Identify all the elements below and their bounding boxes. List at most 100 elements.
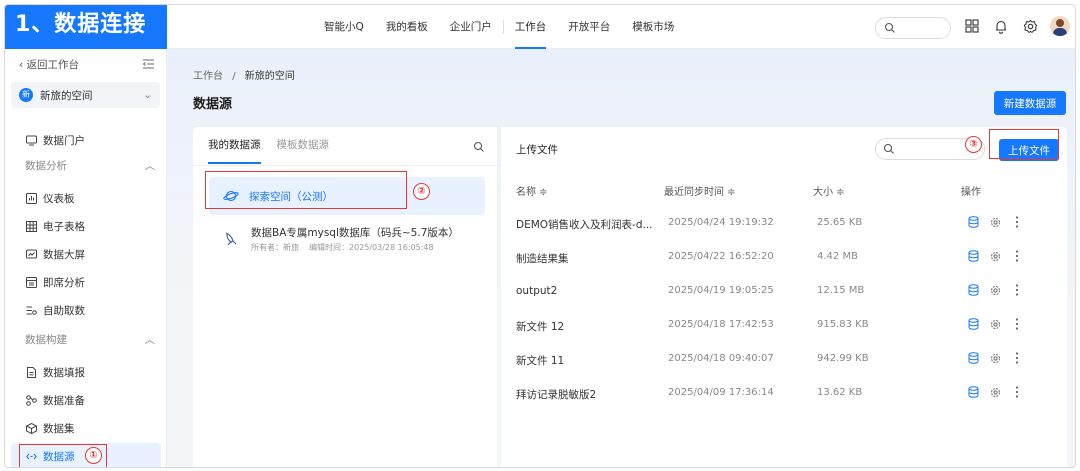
sidebar-item-spreadsheet[interactable]: 电子表格 — [11, 213, 161, 239]
nav-item-open-platform[interactable]: 开放平台 — [557, 5, 621, 49]
panel-title: 上传文件 — [516, 144, 558, 156]
big-screen-icon — [25, 248, 37, 260]
settings-gear-icon[interactable] — [989, 216, 1001, 228]
sidebar-group-build[interactable]: 数据构建 ︿ — [25, 329, 155, 349]
settings-gear-icon[interactable] — [989, 352, 1001, 364]
back-to-workbench[interactable]: ‹ 返回工作台 — [5, 49, 166, 79]
file-name[interactable]: 新文件 11 — [516, 353, 564, 368]
nav-item-ai-q[interactable]: 智能小Q — [313, 5, 375, 49]
sidebar-item-label: 即席分析 — [43, 276, 85, 289]
row-actions — [967, 318, 1023, 330]
table-row[interactable]: output2 2025/04/19 19:05:25 12.15 MB — [501, 275, 1067, 309]
file-sync-time: 2025/04/18 09:40:07 — [668, 353, 774, 364]
settings-gear-icon[interactable] — [989, 284, 1001, 296]
file-name[interactable]: 制造结果集 — [516, 251, 569, 266]
settings-gear-icon[interactable] — [989, 318, 1001, 330]
nav-item-template-market[interactable]: 模板市场 — [621, 5, 685, 49]
table-row[interactable]: 拜访记录脱敏版2 2025/04/09 17:36:14 13.62 KB — [501, 377, 1067, 411]
main-content: 工作台 / 新旅的空间 数据源 新建数据源 我的数据源 模板数据源 探索空间（公… — [168, 49, 1075, 467]
nav-item-enterprise-portal[interactable]: 企业门户 — [439, 5, 503, 49]
nav-item-workbench[interactable]: 工作台 — [504, 5, 558, 49]
file-name[interactable]: output2 — [516, 285, 557, 297]
database-icon[interactable] — [967, 386, 979, 398]
sidebar-group-analysis[interactable]: 数据分析 ︿ — [25, 155, 155, 175]
sidebar-item-data-fill[interactable]: 数据填报 — [11, 359, 161, 385]
file-size: 915.83 KB — [817, 319, 869, 330]
database-icon[interactable] — [967, 284, 979, 296]
new-datasource-button[interactable]: 新建数据源 — [994, 91, 1066, 115]
file-sync-time: 2025/04/19 19:05:25 — [668, 285, 774, 296]
tab-divider — [193, 165, 497, 166]
more-vertical-icon[interactable] — [1011, 250, 1023, 262]
sidebar-item-data-portal[interactable]: 数据门户 — [11, 127, 161, 153]
settings-gear-icon[interactable] — [1021, 15, 1039, 37]
file-name[interactable]: 新文件 12 — [516, 319, 564, 334]
sidebar-item-data-prep[interactable]: 数据准备 — [11, 387, 161, 413]
database-icon[interactable] — [967, 352, 979, 364]
chevron-up-icon: ︿ — [144, 333, 156, 346]
settings-gear-icon[interactable] — [989, 250, 1001, 262]
apps-grid-icon[interactable] — [963, 15, 981, 37]
more-vertical-icon[interactable] — [1011, 216, 1023, 228]
datasource-text: 数据BA专属mysql数据库（码兵~5.7版本） 所有者：新旅 编辑时间：2025… — [251, 225, 459, 253]
tab-my-datasources[interactable]: 我的数据源 — [208, 137, 261, 164]
table-row[interactable]: 制造结果集 2025/04/22 16:52:20 4.42 MB — [501, 241, 1067, 275]
more-vertical-icon[interactable] — [1011, 284, 1023, 296]
sidebar-item-self-service[interactable]: 自助取数 — [11, 297, 161, 323]
database-icon[interactable] — [967, 318, 979, 330]
datasource-meta: 所有者：新旅 编辑时间：2025/03/28 16:05:48 — [251, 242, 459, 253]
sidebar-item-label: 数据门户 — [43, 134, 85, 147]
datasource-owner: 所有者：新旅 — [251, 243, 299, 252]
datasource-item-mysql[interactable]: 数据BA专属mysql数据库（码兵~5.7版本） 所有者：新旅 编辑时间：2025… — [209, 219, 485, 259]
sidebar-item-dataset[interactable]: 数据集 — [11, 415, 161, 441]
table-row[interactable]: 新文件 11 2025/04/18 09:40:07 942.99 KB — [501, 343, 1067, 377]
search-icon — [884, 22, 895, 33]
portal-icon — [25, 134, 37, 146]
back-link[interactable]: ‹ 返回工作台 — [19, 57, 79, 72]
chevron-up-icon: ︿ — [144, 159, 156, 172]
nav-item-my-dashboards[interactable]: 我的看板 — [375, 5, 439, 49]
sidebar-group-label: 数据构建 — [25, 333, 67, 346]
database-icon[interactable] — [967, 250, 979, 262]
sidebar-item-label: 数据填报 — [43, 366, 85, 379]
spreadsheet-icon — [25, 220, 37, 232]
column-header-size[interactable]: 大小 ≑ — [813, 183, 845, 198]
space-name: 新旅的空间 — [40, 89, 93, 102]
collapse-sidebar-icon[interactable] — [143, 59, 154, 69]
column-header-time[interactable]: 最近同步时间 ≑ — [664, 183, 736, 198]
breadcrumb-root[interactable]: 工作台 — [193, 71, 223, 82]
file-name[interactable]: 拜访记录脱敏版2 — [516, 387, 596, 402]
more-vertical-icon[interactable] — [1011, 318, 1023, 330]
user-avatar[interactable] — [1050, 16, 1070, 36]
sidebar-item-big-screen[interactable]: 数据大屏 — [11, 241, 161, 267]
file-size: 12.15 MB — [817, 285, 865, 296]
dashboard-icon — [25, 192, 37, 204]
sidebar-group-label: 数据分析 — [25, 159, 67, 172]
column-header-name[interactable]: 名称 ≑ — [516, 183, 548, 198]
search-icon — [883, 143, 894, 154]
self-service-icon — [25, 304, 37, 316]
bell-icon[interactable] — [992, 15, 1010, 37]
database-icon[interactable] — [967, 216, 979, 228]
space-selector[interactable]: 新 新旅的空间 ⌄ — [11, 82, 160, 108]
row-actions — [967, 250, 1023, 262]
top-search-input[interactable] — [875, 17, 951, 39]
datasource-tabs: 我的数据源 模板数据源 — [208, 137, 329, 164]
more-vertical-icon[interactable] — [1011, 386, 1023, 398]
sidebar-item-adhoc-analysis[interactable]: 即席分析 — [11, 269, 161, 295]
breadcrumb-separator: / — [232, 71, 236, 82]
more-vertical-icon[interactable] — [1011, 352, 1023, 364]
search-icon[interactable] — [473, 141, 485, 153]
annotation-badge-3: ③ — [965, 136, 982, 153]
file-size: 4.42 MB — [817, 251, 858, 262]
sidebar-item-dashboard[interactable]: 仪表板 — [11, 185, 161, 211]
file-name[interactable]: DEMO销售收入及利润表-d... — [516, 217, 653, 232]
tab-template-datasources[interactable]: 模板数据源 — [277, 137, 330, 164]
row-actions — [967, 216, 1023, 228]
settings-gear-icon[interactable] — [989, 386, 1001, 398]
annotation-badge-1: ① — [85, 447, 102, 464]
table-row[interactable]: 新文件 12 2025/04/18 17:42:53 915.83 KB — [501, 309, 1067, 343]
table-row[interactable]: DEMO销售收入及利润表-d... 2025/04/24 19:19:32 25… — [501, 207, 1067, 241]
file-size: 25.65 KB — [817, 217, 863, 228]
file-sync-time: 2025/04/24 19:19:32 — [668, 217, 774, 228]
